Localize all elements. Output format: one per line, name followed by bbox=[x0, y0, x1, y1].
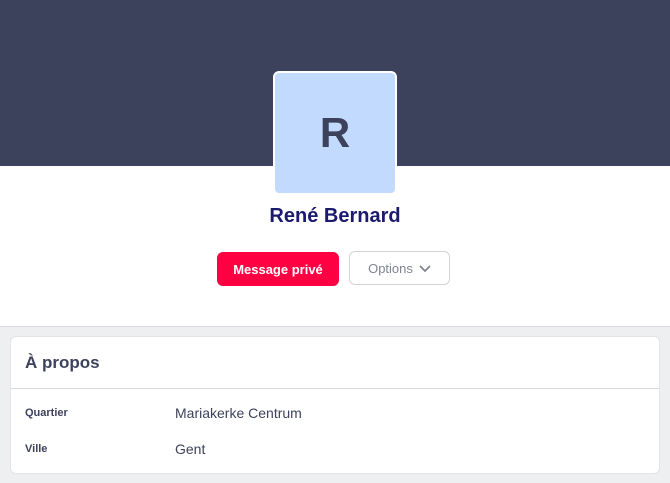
about-row-ville: Ville Gent bbox=[25, 439, 205, 459]
about-value: Mariakerke Centrum bbox=[175, 405, 302, 421]
private-message-button[interactable]: Message privé bbox=[217, 252, 339, 286]
about-label: Ville bbox=[25, 443, 48, 455]
options-button-label: Options bbox=[368, 260, 413, 276]
avatar-initial: R bbox=[319, 109, 351, 156]
about-value: Gent bbox=[175, 441, 206, 457]
chevron-down-icon bbox=[419, 261, 431, 276]
about-title: À propos bbox=[11, 337, 659, 389]
user-name: René Bernard bbox=[269, 205, 401, 227]
about-row-quartier: Quartier Mariakerke Centrum bbox=[25, 403, 302, 423]
avatar: R bbox=[273, 71, 397, 195]
about-label: Quartier bbox=[25, 407, 68, 419]
about-card: À propos Quartier Mariakerke Centrum Vil… bbox=[10, 336, 660, 474]
options-dropdown-button[interactable]: Options bbox=[349, 251, 450, 285]
